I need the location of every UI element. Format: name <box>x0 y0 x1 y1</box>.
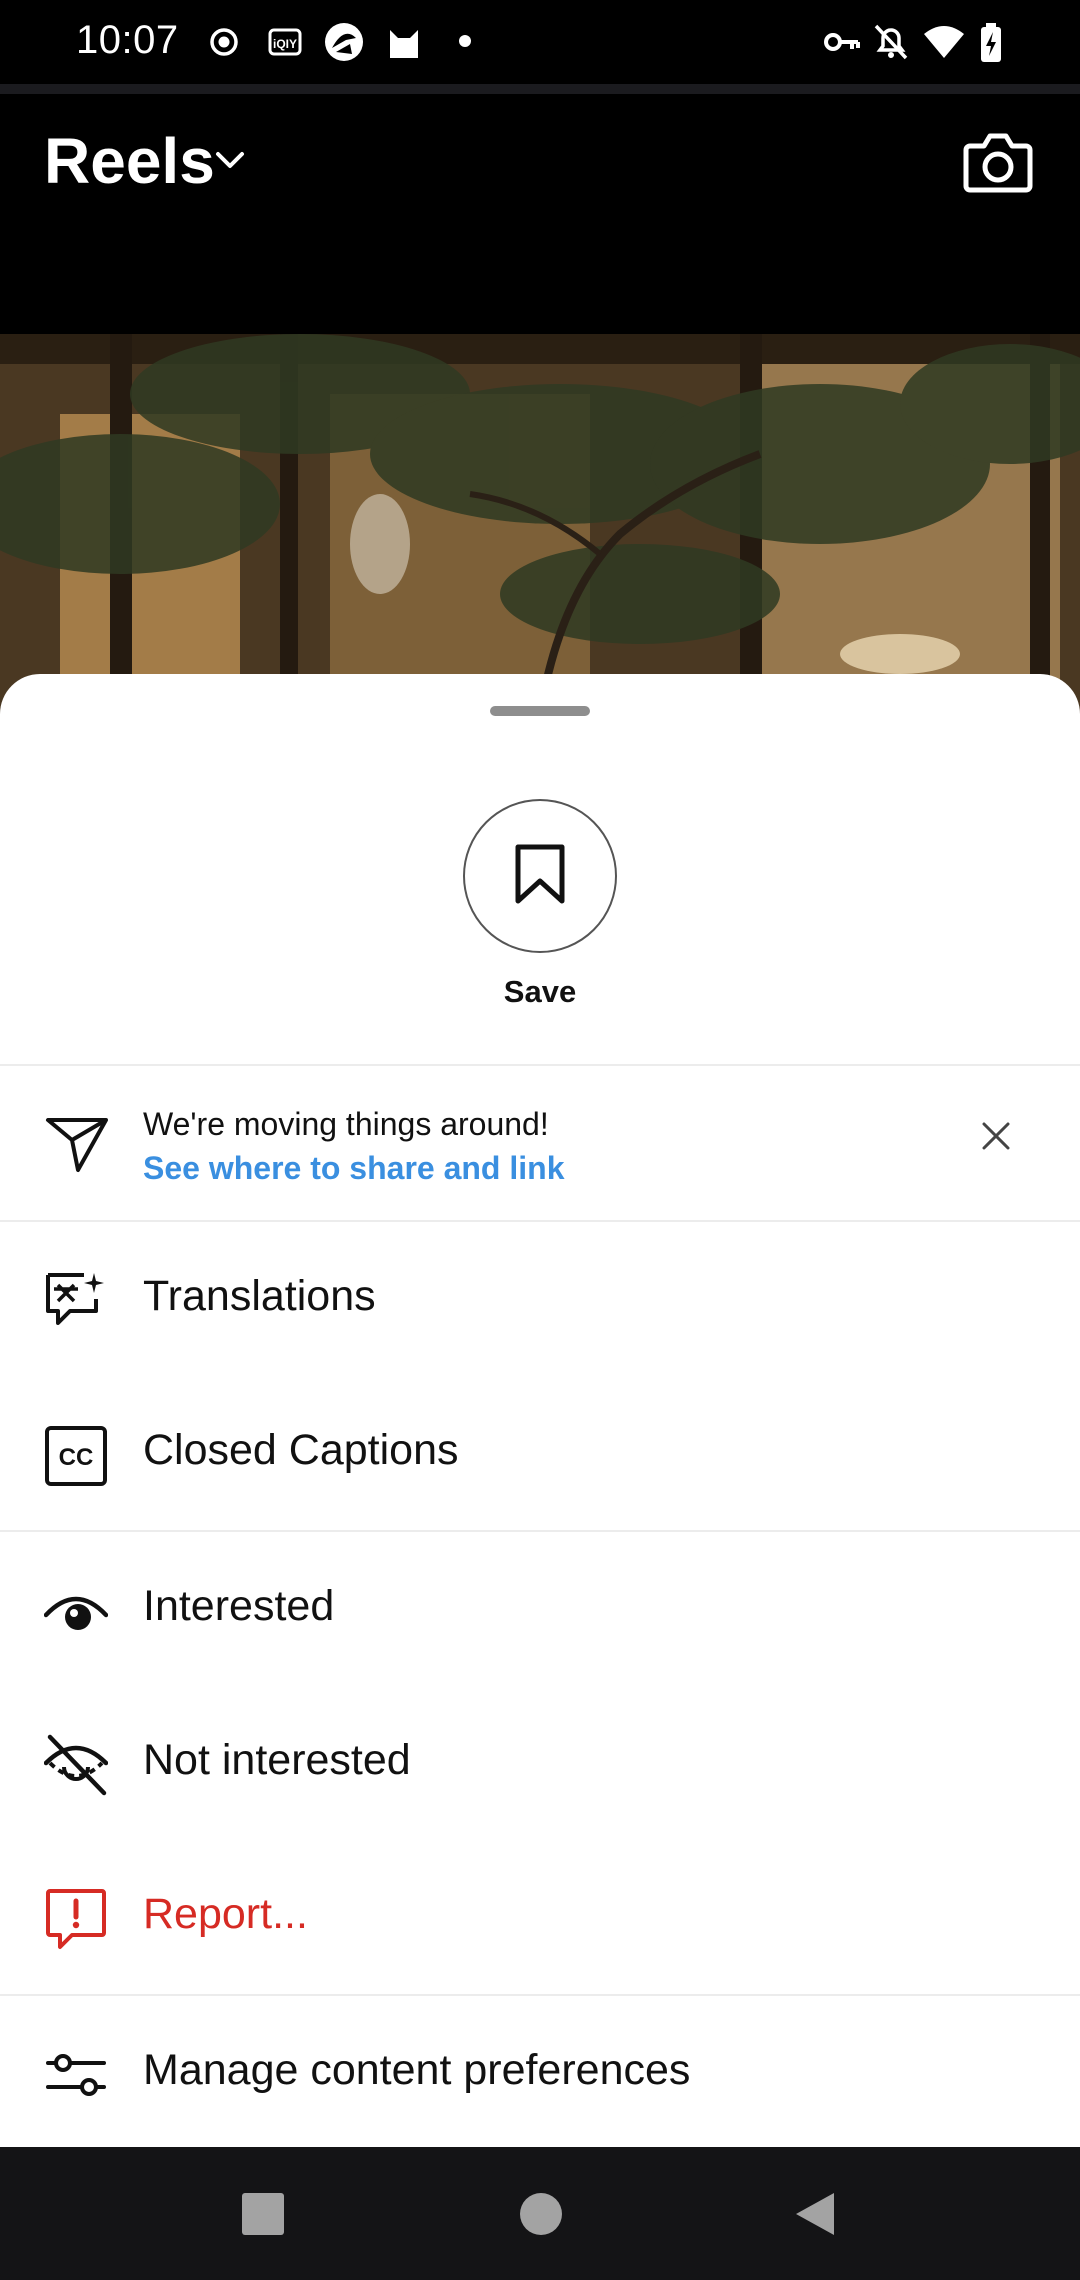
sliders-icon <box>44 2043 108 2107</box>
menu-item-interested[interactable]: Interested <box>0 1532 1080 1686</box>
app-icon <box>322 22 366 71</box>
battery-charging-icon <box>978 22 1004 69</box>
wifi-icon <box>922 22 966 67</box>
menu-item-label: Manage content preferences <box>143 2046 691 2094</box>
menu-item-manage-content-preferences[interactable]: Manage content preferences <box>0 1996 1080 2147</box>
dot-icon <box>458 34 472 53</box>
menu-item-label: Closed Captions <box>143 1426 459 1474</box>
cat-icon <box>384 22 424 67</box>
square-icon[interactable] <box>242 2193 284 2235</box>
drag-handle[interactable] <box>490 706 590 716</box>
reel-video[interactable] <box>0 334 1080 714</box>
triangle-back-icon[interactable] <box>794 2191 836 2242</box>
status-time: 10:07 <box>76 18 179 62</box>
send-icon <box>44 1114 110 1179</box>
share-link[interactable]: See where to share and link <box>143 1150 564 1187</box>
translate-icon <box>44 1269 108 1333</box>
menu-item-label: Translations <box>143 1272 376 1320</box>
circle-icon[interactable] <box>520 2193 562 2235</box>
close-icon[interactable] <box>970 1110 1022 1162</box>
menu-item-not-interested[interactable]: Not interested <box>0 1686 1080 1840</box>
report-icon <box>44 1887 108 1951</box>
eye-off-icon <box>43 1733 109 1797</box>
menu-item-closed-captions[interactable]: CC Closed Captions <box>0 1376 1080 1530</box>
screen: 10:07 iQIY Reels Save We're moving thing… <box>0 0 1080 2280</box>
menu-item-report[interactable]: Report... <box>0 1840 1080 1994</box>
reels-title[interactable]: Reels <box>44 124 215 198</box>
menu-item-translations[interactable]: Translations <box>0 1222 1080 1376</box>
video-scene <box>0 334 1080 714</box>
save-label: Save <box>503 974 577 1009</box>
vpn-key-icon <box>822 22 862 67</box>
menu-item-label: Interested <box>143 1582 335 1630</box>
closed-captions-icon: CC <box>44 1423 108 1487</box>
chevron-down-icon[interactable] <box>212 146 248 179</box>
bookmark-icon <box>510 841 570 912</box>
menu-item-label: Not interested <box>143 1736 411 1784</box>
svg-text:iQIY: iQIY <box>273 37 297 51</box>
system-nav-bar <box>0 2147 1080 2280</box>
status-divider <box>0 84 1080 94</box>
save-button[interactable] <box>463 799 617 953</box>
record-icon <box>208 22 240 67</box>
notifications-off-icon <box>872 22 910 67</box>
svg-text:CC: CC <box>59 1444 94 1471</box>
share-notice-banner: We're moving things around! See where to… <box>0 1066 1080 1220</box>
eye-icon <box>43 1579 109 1643</box>
banner-title: We're moving things around! <box>143 1106 549 1142</box>
status-bar: 10:07 iQIY <box>0 0 1080 84</box>
iqiyi-icon: iQIY <box>268 22 302 67</box>
menu-item-label: Report... <box>143 1890 308 1938</box>
options-bottom-sheet: Save We're moving things around! See whe… <box>0 674 1080 2147</box>
reels-header: Reels <box>0 94 1080 334</box>
camera-icon[interactable] <box>960 124 1036 200</box>
